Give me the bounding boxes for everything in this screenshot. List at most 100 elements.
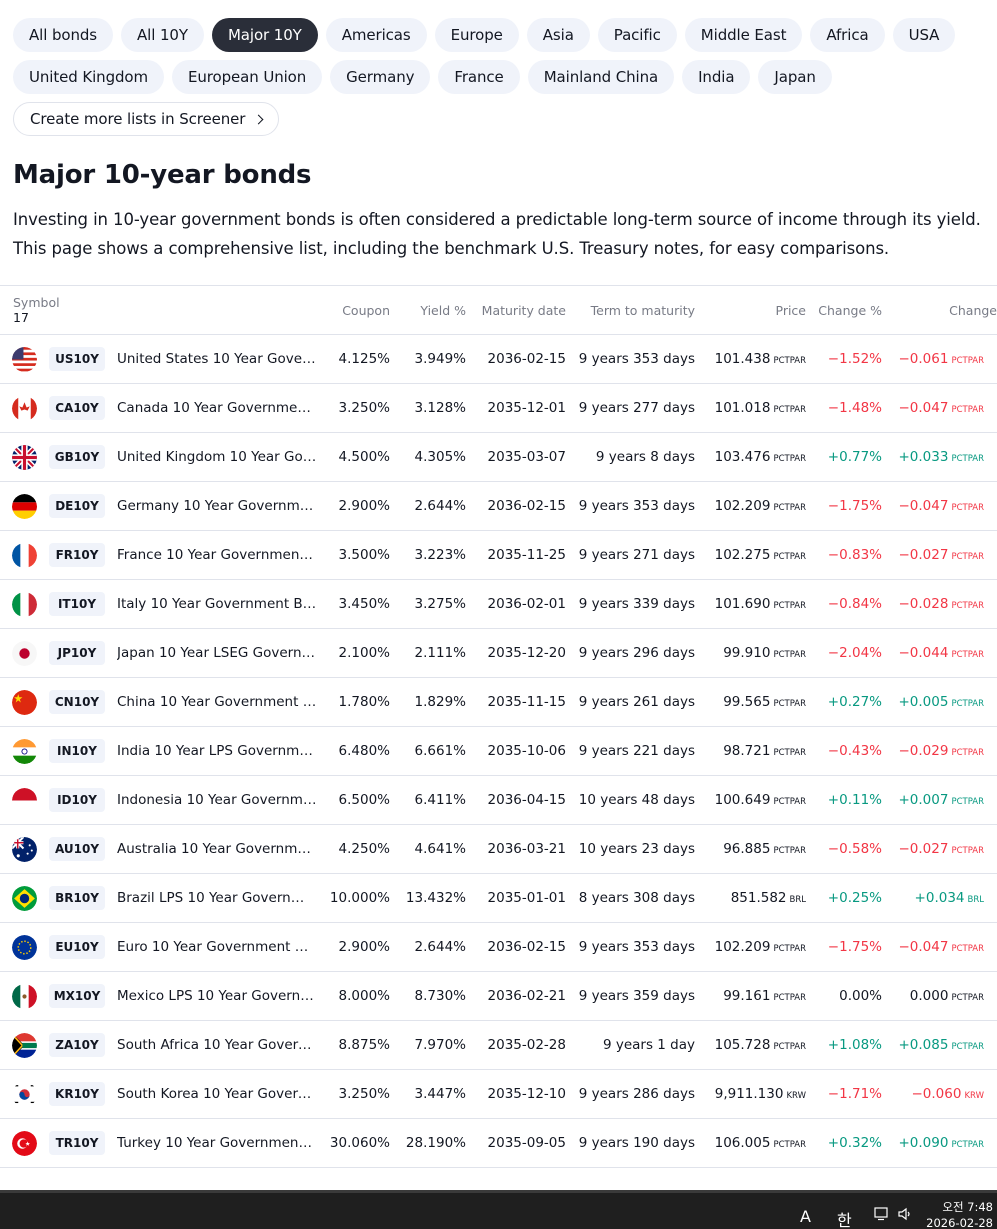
bond-name[interactable]: Italy 10 Year Government Bond — [117, 596, 317, 612]
bond-name[interactable]: Japan 10 Year LSEG Government Bond — [117, 645, 317, 661]
change-cell: +0.005 PCTPAR — [882, 678, 997, 727]
bond-name[interactable]: Brazil LPS 10 Year Government Bond — [117, 890, 317, 906]
bond-name[interactable]: China 10 Year Government Bond — [117, 694, 317, 710]
ticker-badge[interactable]: TR10Y — [49, 1131, 105, 1155]
ticker-badge[interactable]: EU10Y — [49, 935, 105, 959]
symbol-cell: DE10Y Germany 10 Year Government Bond — [0, 482, 320, 531]
price-unit: PCTPAR — [773, 650, 806, 660]
clock[interactable]: 오전 7:48 2026-02-28 — [926, 1199, 993, 1229]
table-row[interactable]: TR10Y Turkey 10 Year Government Bond 30.… — [0, 1119, 997, 1168]
network-icon[interactable] — [874, 1207, 890, 1221]
table-row[interactable]: FR10Y France 10 Year Government Bond 3.5… — [0, 531, 997, 580]
header-symbol-label: Symbol — [13, 295, 60, 310]
bond-name[interactable]: Euro 10 Year Government Bond — [117, 939, 317, 955]
chip-united-kingdom[interactable]: United Kingdom — [13, 60, 164, 94]
table-row[interactable]: CN10Y China 10 Year Government Bond 1.78… — [0, 678, 997, 727]
za-flag-icon — [12, 1032, 37, 1058]
change-pct-cell: +0.25% — [827, 890, 882, 906]
table-row[interactable]: CA10Y Canada 10 Year Government Bond 3.2… — [0, 384, 997, 433]
chip-all-bonds[interactable]: All bonds — [13, 18, 114, 52]
chip-usa[interactable]: USA — [892, 18, 956, 52]
table-row[interactable]: KR10Y South Korea 10 Year Government Bon… — [0, 1070, 997, 1119]
header-term[interactable]: Term to maturity — [566, 286, 695, 335]
price-value: 101.690 — [714, 596, 771, 612]
screener-link[interactable]: Create more lists in Screener — [13, 102, 280, 136]
chip-africa[interactable]: Africa — [810, 18, 885, 52]
ticker-badge[interactable]: IN10Y — [49, 739, 105, 763]
symbol-wrap: AU10Y Australia 10 Year Government Bond — [12, 836, 320, 862]
bond-name[interactable]: South Africa 10 Year Government Bond — [117, 1037, 317, 1053]
chip-major-10y[interactable]: Major 10Y — [211, 18, 318, 52]
ticker-badge[interactable]: DE10Y — [49, 494, 105, 518]
bond-name[interactable]: Germany 10 Year Government Bond — [117, 498, 317, 514]
volume-icon[interactable] — [897, 1207, 913, 1221]
table-row[interactable]: IT10Y Italy 10 Year Government Bond 3.45… — [0, 580, 997, 629]
chip-japan[interactable]: Japan — [758, 60, 832, 94]
ticker-badge[interactable]: KR10Y — [49, 1082, 105, 1106]
chip-european-union[interactable]: European Union — [172, 60, 323, 94]
ticker-badge[interactable]: ID10Y — [49, 788, 105, 812]
table-row[interactable]: DE10Y Germany 10 Year Government Bond 2.… — [0, 482, 997, 531]
price-value: 105.728 — [714, 1037, 771, 1053]
bond-name[interactable]: United Kingdom 10 Year Government Bond — [117, 449, 317, 465]
table-row[interactable]: BR10Y Brazil LPS 10 Year Government Bond… — [0, 874, 997, 923]
bond-name[interactable]: Indonesia 10 Year Government Bond — [117, 792, 317, 808]
header-change-pct[interactable]: Change % — [806, 286, 882, 335]
chip-france[interactable]: France — [438, 60, 520, 94]
ime-language-indicator[interactable]: 한 — [837, 1207, 852, 1229]
ticker-badge[interactable]: CA10Y — [49, 396, 105, 420]
maturity-cell: 2036-02-15 — [487, 939, 566, 955]
page-description: Investing in 10-year government bonds is… — [13, 210, 981, 258]
table-row[interactable]: MX10Y Mexico LPS 10 Year Government Bond… — [0, 972, 997, 1021]
chip-pacific[interactable]: Pacific — [597, 18, 677, 52]
chip-germany[interactable]: Germany — [330, 60, 431, 94]
table-row[interactable]: US10Y United States 10 Year Government B… — [0, 335, 997, 384]
table-row[interactable]: ZA10Y South Africa 10 Year Government Bo… — [0, 1021, 997, 1070]
symbol-wrap: EU10Y Euro 10 Year Government Bond — [12, 934, 320, 960]
ticker-badge[interactable]: GB10Y — [49, 445, 105, 469]
table-row[interactable]: EU10Y Euro 10 Year Government Bond 2.900… — [0, 923, 997, 972]
bond-name[interactable]: Australia 10 Year Government Bond — [117, 841, 317, 857]
bond-name[interactable]: Mexico LPS 10 Year Government Bond — [117, 988, 317, 1004]
bond-name[interactable]: France 10 Year Government Bond — [117, 547, 317, 563]
ticker-badge[interactable]: MX10Y — [49, 984, 105, 1008]
table-row[interactable]: IN10Y India 10 Year LPS Government Bond … — [0, 727, 997, 776]
chip-india[interactable]: India — [682, 60, 751, 94]
table-row[interactable]: AU10Y Australia 10 Year Government Bond … — [0, 825, 997, 874]
bond-name[interactable]: Canada 10 Year Government Bond — [117, 400, 317, 416]
bond-name[interactable]: Turkey 10 Year Government Bond — [117, 1135, 317, 1151]
maturity-cell: 2035-12-20 — [487, 645, 566, 661]
chip-americas[interactable]: Americas — [325, 18, 427, 52]
table-row[interactable]: GB10Y United Kingdom 10 Year Government … — [0, 433, 997, 482]
chip-europe[interactable]: Europe — [434, 18, 519, 52]
chip-middle-east[interactable]: Middle East — [684, 18, 803, 52]
change-value: −0.044 — [898, 645, 949, 661]
price-cell: 105.728 PCTPAR — [695, 1021, 806, 1070]
chip-all-10y[interactable]: All 10Y — [121, 18, 204, 52]
ticker-badge[interactable]: JP10Y — [49, 641, 105, 665]
header-change[interactable]: Change — [882, 286, 997, 335]
header-yield[interactable]: Yield % — [390, 286, 466, 335]
ticker-badge[interactable]: ZA10Y — [49, 1033, 105, 1057]
price-unit: KRW — [786, 1091, 806, 1101]
change-cell: +0.090 PCTPAR — [882, 1119, 997, 1168]
table-row[interactable]: JP10Y Japan 10 Year LSEG Government Bond… — [0, 629, 997, 678]
ticker-badge[interactable]: BR10Y — [49, 886, 105, 910]
table-row[interactable]: ID10Y Indonesia 10 Year Government Bond … — [0, 776, 997, 825]
header-coupon[interactable]: Coupon — [320, 286, 390, 335]
bond-name[interactable]: India 10 Year LPS Government Bond — [117, 743, 317, 759]
ticker-badge[interactable]: US10Y — [49, 347, 105, 371]
chip-asia[interactable]: Asia — [526, 18, 590, 52]
ticker-badge[interactable]: FR10Y — [49, 543, 105, 567]
header-price[interactable]: Price — [695, 286, 807, 335]
change-unit: PCTPAR — [951, 650, 984, 660]
ime-mode-indicator[interactable]: A — [800, 1207, 811, 1226]
header-symbol[interactable]: Symbol 17 — [0, 286, 320, 335]
header-maturity[interactable]: Maturity date — [466, 286, 566, 335]
chip-mainland-china[interactable]: Mainland China — [527, 60, 675, 94]
ticker-badge[interactable]: AU10Y — [49, 837, 105, 861]
bond-name[interactable]: United States 10 Year Government Bonds N… — [117, 351, 317, 367]
ticker-badge[interactable]: CN10Y — [49, 690, 105, 714]
bond-name[interactable]: South Korea 10 Year Government Bond — [117, 1086, 317, 1102]
ticker-badge[interactable]: IT10Y — [49, 592, 105, 616]
